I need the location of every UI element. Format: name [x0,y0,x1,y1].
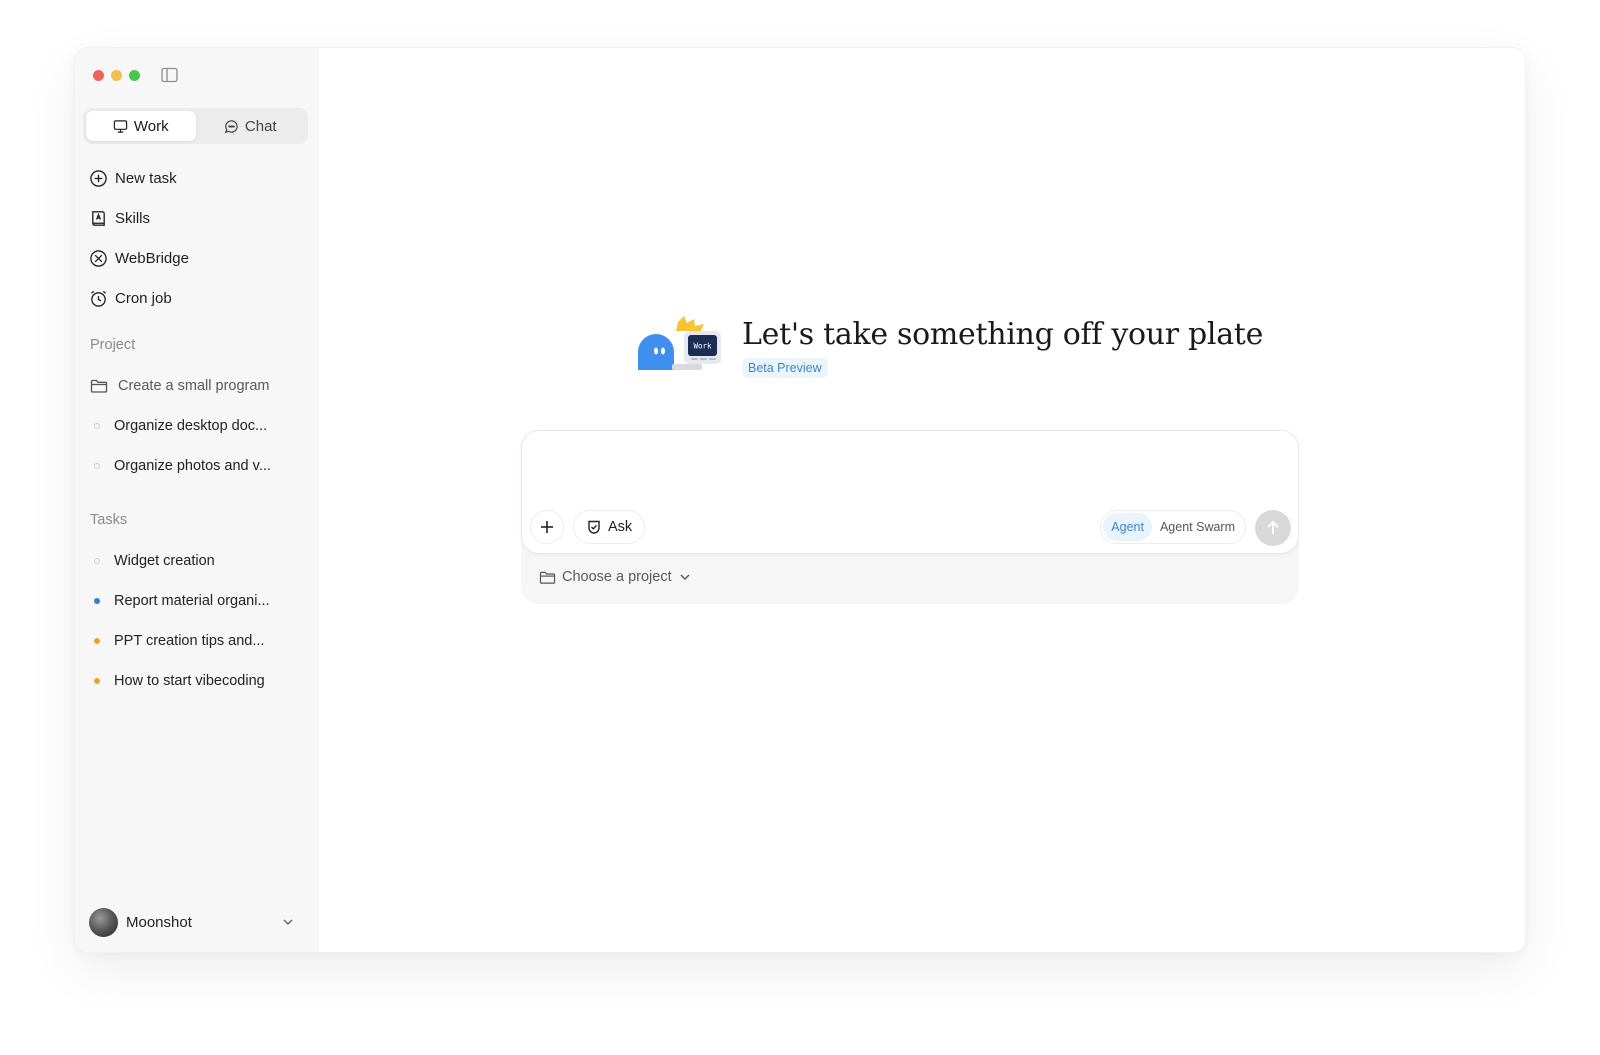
list-item-label: Widget creation [114,553,215,569]
list-item-label: Organize desktop doc... [114,418,268,434]
mascot-screen-text: Work [693,342,712,351]
app-window: Work Chat New task Skills WebBridge Cron… [74,47,1526,953]
list-item[interactable]: Widget creation [90,541,310,581]
status-dot [94,638,100,644]
sidebar-item-label: Cron job [115,289,172,307]
close-window-button[interactable] [93,70,104,81]
list-item[interactable]: PPT creation tips and... [90,621,310,661]
mode-tabs: Work Chat [83,108,308,144]
webbridge-icon [90,249,107,267]
sidebar-toggle-icon[interactable] [161,67,178,83]
ask-button[interactable]: Ask [573,510,646,544]
project-section-label: Project [90,337,136,353]
sidebar: Work Chat New task Skills WebBridge Cron… [75,48,319,952]
list-item-label: PPT creation tips and... [114,633,265,649]
project-picker[interactable]: Choose a project [539,569,692,585]
status-dot [94,558,100,564]
status-dot [94,423,100,429]
tab-chat[interactable]: Chat [196,111,306,141]
sidebar-item-new-task[interactable]: New task [89,158,309,198]
user-menu[interactable]: Moonshot [89,906,295,938]
beta-badge: Beta Preview [742,358,828,378]
sidebar-item-label: WebBridge [115,249,189,267]
tab-work[interactable]: Work [86,111,196,141]
status-dot [94,598,100,604]
page-title: Let's take something off your plate [742,317,1264,352]
hero-text: Let's take something off your plate Beta… [742,314,1263,378]
attach-button[interactable] [530,510,564,544]
tab-chat-label: Chat [244,117,277,135]
main-panel: Work Let's take something off your plate… [319,48,1525,952]
list-item[interactable]: How to start vibecoding [90,661,310,701]
task-list: Widget creation Report material organi..… [90,541,310,701]
mode-agent-swarm[interactable]: Agent Swarm [1152,513,1243,541]
list-item-label: How to start vibecoding [114,673,265,689]
hero: Work Let's take something off your plate… [634,314,1263,378]
chevron-down-icon [283,919,293,925]
chevron-down-icon [680,574,690,580]
project-list: Create a small program Organize desktop … [90,366,310,486]
sidebar-item-skills[interactable]: Skills [89,198,309,238]
composer-container: Ask Agent Agent Swarm Choose a project [521,430,1299,604]
send-button[interactable] [1255,510,1291,546]
arrow-up-icon [1267,520,1279,534]
sidebar-item-webbridge[interactable]: WebBridge [89,238,309,278]
folder-icon [539,571,556,584]
tab-work-label: Work [133,117,169,135]
project-item-create-small-program[interactable]: Create a small program [90,366,310,406]
mode-agent[interactable]: Agent [1103,513,1152,541]
plus-circle-icon [90,169,107,187]
user-name: Moonshot [126,913,192,931]
sidebar-item-cron-job[interactable]: Cron job [89,278,309,318]
sidebar-item-label: Skills [115,209,151,227]
monitor-icon [113,119,128,133]
traffic-lights [93,70,140,81]
list-item-label: Organize photos and v... [114,458,271,474]
list-item-label: Create a small program [118,378,270,394]
zoom-window-button[interactable] [129,70,140,81]
folder-icon [90,379,108,393]
list-item[interactable]: Organize desktop doc... [90,406,310,446]
status-dot [94,463,100,469]
chat-bubble-icon [224,119,238,133]
project-picker-label: Choose a project [562,569,672,585]
list-item-label: Report material organi... [114,593,270,609]
skills-book-icon [92,210,105,226]
status-dot [94,678,100,684]
mode-switch: Agent Agent Swarm [1100,510,1246,544]
list-item[interactable]: Organize photos and v... [90,446,310,486]
avatar [89,907,118,937]
mascot-logo: Work [638,316,721,370]
sidebar-item-label: New task [115,169,177,187]
plus-icon [541,521,553,533]
list-item[interactable]: Report material organi... [90,581,310,621]
tasks-section-label: Tasks [90,512,128,528]
shield-check-icon [588,520,600,534]
minimize-window-button[interactable] [111,70,122,81]
composer[interactable]: Ask Agent Agent Swarm [521,430,1299,554]
sidebar-nav: New task Skills WebBridge Cron job [89,158,309,318]
alarm-clock-icon [90,290,107,307]
ask-label: Ask [608,519,633,535]
